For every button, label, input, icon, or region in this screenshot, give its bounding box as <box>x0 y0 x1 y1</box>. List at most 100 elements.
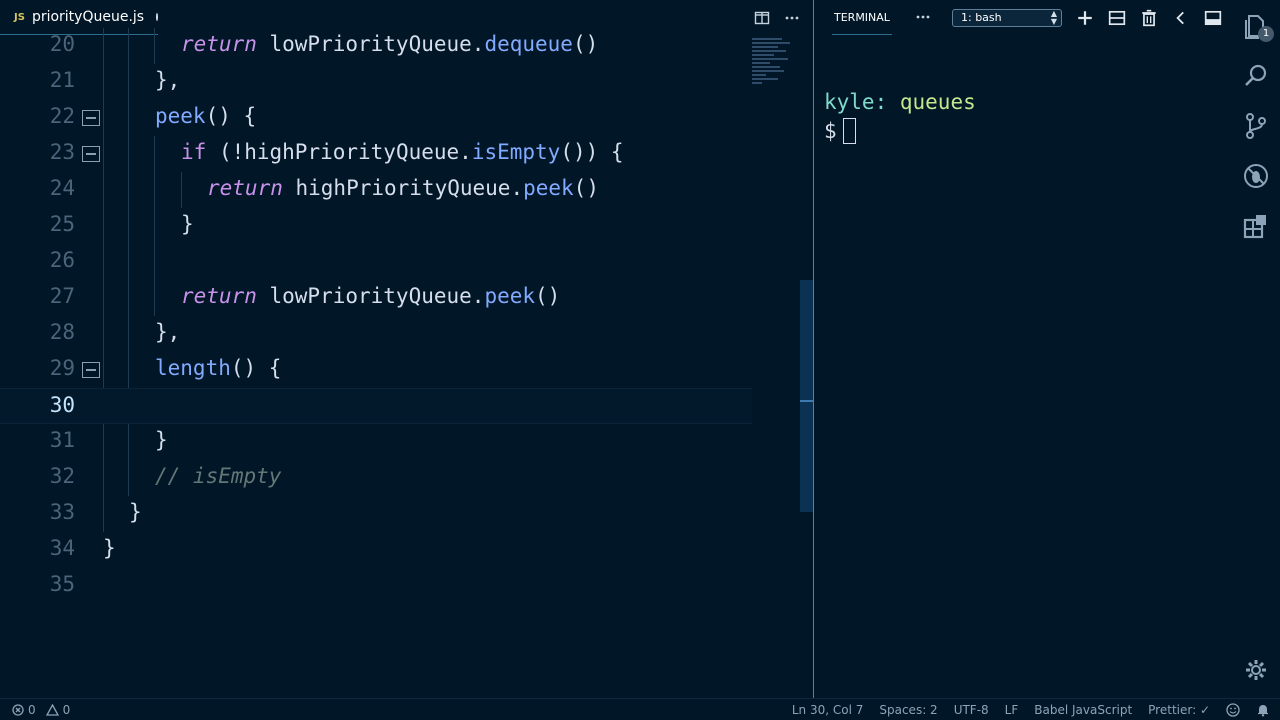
line-number: 26 <box>49 248 75 272</box>
line-number: 24 <box>49 176 75 200</box>
status-bar: 0 0 Ln 30, Col 7 Spaces: 2 UTF-8 LF Babe… <box>0 698 1280 720</box>
activity-bar: 1 <box>1230 0 1280 698</box>
keyword: return <box>181 32 257 56</box>
punctuation: () <box>573 176 599 200</box>
end-of-line[interactable]: LF <box>1005 703 1019 717</box>
code-line[interactable]: 20 return lowPriorityQueue.dequeue() <box>0 28 752 64</box>
code-line[interactable]: 35 <box>0 568 752 604</box>
method-name: length <box>155 356 231 380</box>
code-line[interactable]: 27 return lowPriorityQueue.peek() <box>0 280 752 316</box>
code-line[interactable]: 25 } <box>0 208 752 244</box>
terminal-output[interactable]: kyle: queues $ <box>824 88 976 146</box>
code-line[interactable]: 23 if (!highPriorityQueue.isEmpty()) { <box>0 136 752 172</box>
line-number: 35 <box>49 572 75 596</box>
fold-toggle-icon[interactable] <box>82 146 100 162</box>
code-text: if (!highPriorityQueue.isEmpty()) { <box>181 140 624 164</box>
punctuation: () { <box>205 104 257 128</box>
line-number: 25 <box>49 212 75 236</box>
line-number: 29 <box>49 356 75 380</box>
fold-toggle-icon[interactable] <box>82 110 100 126</box>
search-icon[interactable] <box>1242 62 1270 90</box>
terminal-user: kyle: <box>824 90 888 114</box>
code-line[interactable]: 22 peek() { <box>0 100 752 136</box>
code-text: return highPriorityQueue.peek() <box>207 176 599 200</box>
split-editor-icon[interactable] <box>754 10 770 26</box>
terminal-shell-value: 1: bash <box>961 11 1002 24</box>
method-name: dequeue <box>484 32 573 56</box>
code-line[interactable]: 29 length() { <box>0 352 752 388</box>
warning-icon <box>45 704 59 716</box>
identifier: highPriorityQueue <box>282 176 511 200</box>
code-editor[interactable]: 20 return lowPriorityQueue.dequeue() 21 … <box>0 28 800 698</box>
file-encoding[interactable]: UTF-8 <box>954 703 989 717</box>
indentation[interactable]: Spaces: 2 <box>879 703 937 717</box>
keyword: return <box>207 176 283 200</box>
terminal-cursor <box>842 118 856 144</box>
punctuation: ()) { <box>560 140 624 164</box>
formatter-status[interactable]: Prettier: ✓ <box>1148 703 1210 717</box>
cursor-position[interactable]: Ln 30, Col 7 <box>792 703 864 717</box>
code-text: return lowPriorityQueue.peek() <box>181 284 560 308</box>
code-text: } <box>155 428 168 452</box>
fold-toggle-icon[interactable] <box>82 362 100 378</box>
maximize-panel-icon[interactable] <box>1204 9 1222 27</box>
method-name: isEmpty <box>471 140 561 164</box>
method-name: peek <box>484 284 536 308</box>
punctuation: . <box>471 32 485 56</box>
code-line[interactable]: 24 return highPriorityQueue.peek() <box>0 172 752 208</box>
punctuation: () <box>535 284 561 308</box>
current-code-line[interactable]: 30 <box>0 388 752 424</box>
identifier: lowPriorityQueue <box>256 284 472 308</box>
extensions-icon[interactable] <box>1242 212 1270 240</box>
trash-icon[interactable] <box>1140 9 1158 27</box>
terminal-panel[interactable]: TERMINAL 1: bash ▲ ▼ kyle: queues $ <box>814 0 1230 698</box>
error-count: 0 <box>28 703 36 717</box>
punctuation: () <box>572 32 599 56</box>
code-line[interactable]: 32 // isEmpty <box>0 460 752 496</box>
line-number: 20 <box>49 32 75 56</box>
line-number: 22 <box>49 104 75 128</box>
code-text: return lowPriorityQueue.dequeue() <box>181 32 598 56</box>
code-text: }, <box>155 320 181 344</box>
editor-scrollbar-thumb[interactable] <box>800 280 814 512</box>
minimap[interactable] <box>752 36 796 106</box>
js-file-icon: JS <box>14 11 25 23</box>
code-line[interactable]: 31 } <box>0 424 752 460</box>
bell-icon[interactable] <box>1256 703 1270 717</box>
code-text: }, <box>155 68 181 92</box>
explorer-badge: 1 <box>1258 26 1274 42</box>
terminal-directory: queues <box>899 90 976 114</box>
chevron-left-icon[interactable] <box>1172 9 1190 27</box>
punctuation: () { <box>230 356 282 380</box>
more-icon[interactable] <box>784 10 800 26</box>
add-terminal-icon[interactable] <box>1076 9 1094 27</box>
line-number: 31 <box>49 428 75 452</box>
punctuation: (! <box>206 140 245 164</box>
code-line[interactable]: 21 }, <box>0 64 752 100</box>
unsaved-dot-icon[interactable] <box>156 13 158 21</box>
code-text: peek() { <box>155 104 256 128</box>
smiley-icon[interactable] <box>1226 703 1240 717</box>
punctuation: . <box>510 176 524 200</box>
code-line[interactable]: 26 <box>0 244 752 280</box>
cursor-position-marker <box>800 400 814 402</box>
method-name: peek <box>523 176 574 200</box>
code-line[interactable]: 34 } <box>0 532 752 568</box>
tab-terminal[interactable]: TERMINAL <box>832 0 892 35</box>
line-number: 34 <box>49 536 75 560</box>
punctuation: . <box>471 284 485 308</box>
language-mode[interactable]: Babel JavaScript <box>1034 703 1132 717</box>
line-number: 33 <box>49 500 75 524</box>
terminal-shell-select[interactable]: 1: bash ▲ ▼ <box>952 9 1062 27</box>
split-terminal-icon[interactable] <box>1108 9 1126 27</box>
more-icon[interactable] <box>915 9 931 25</box>
source-control-icon[interactable] <box>1242 112 1270 140</box>
select-arrows-icon: ▲ ▼ <box>1050 9 1057 26</box>
code-line[interactable]: 28 }, <box>0 316 752 352</box>
line-number: 32 <box>49 464 75 488</box>
code-text: length() { <box>155 356 281 380</box>
debug-icon[interactable] <box>1242 162 1270 190</box>
code-line[interactable]: 33 } <box>0 496 752 532</box>
gear-icon[interactable] <box>1244 658 1268 682</box>
problems-indicator[interactable]: 0 0 <box>12 703 70 717</box>
